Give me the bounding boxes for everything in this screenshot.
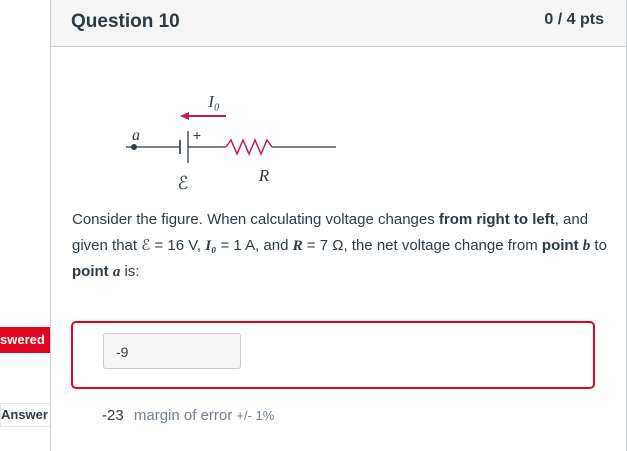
current-label: I₀	[207, 92, 220, 111]
question-text-part: Consider the figure. When calculating vo…	[72, 211, 439, 228]
question-header: Question 10 0 / 4 pts	[51, 0, 626, 47]
question-text-part: to	[590, 237, 607, 254]
question-title: Question 10	[71, 11, 180, 32]
correct-answer: -23 margin of error +/- 1%	[102, 407, 274, 424]
margin-of-error-label: margin of error	[133, 407, 237, 424]
answer-input[interactable]: -9	[103, 333, 241, 369]
circuit-figure: I₀ a b + ℰ R	[126, 92, 336, 190]
emf-symbol: ℰ	[141, 237, 151, 254]
question-card: Question 10 0 / 4 pts I₀ a b + ℰ R Consi…	[50, 0, 627, 451]
resistance-variable: R	[292, 238, 303, 254]
margin-of-error-value: +/- 1%	[236, 408, 275, 423]
question-text-part: = 1 A, and	[216, 237, 293, 254]
correct-answer-tag-label: Answer	[1, 407, 48, 422]
resistor	[225, 138, 273, 156]
question-points: 0 / 4 pts	[544, 11, 604, 28]
question-text-bold: point	[72, 263, 113, 280]
current-arrow-head	[180, 112, 189, 120]
answer-box: -9	[71, 321, 595, 389]
battery-plus-sign: +	[193, 127, 201, 143]
question-text-part: = 7 Ω, the net voltage change from	[302, 237, 542, 254]
question-text-bold: point	[541, 237, 583, 254]
question-text-part: is:	[120, 263, 140, 280]
question-text-bold: from right to left	[438, 211, 555, 228]
terminal-a-label: a	[132, 127, 140, 144]
answered-tag-label: swered	[0, 332, 45, 347]
question-text: Consider the figure. When calculating vo…	[72, 207, 607, 285]
question-text-part: = 16 V,	[150, 237, 206, 254]
correct-answer-value: -23	[102, 407, 124, 424]
emf-label: ℰ	[178, 173, 189, 190]
resistor-label: R	[258, 166, 270, 185]
current-variable: I₀	[205, 238, 217, 254]
margin-of-error: margin of error +/- 1%	[134, 407, 274, 424]
